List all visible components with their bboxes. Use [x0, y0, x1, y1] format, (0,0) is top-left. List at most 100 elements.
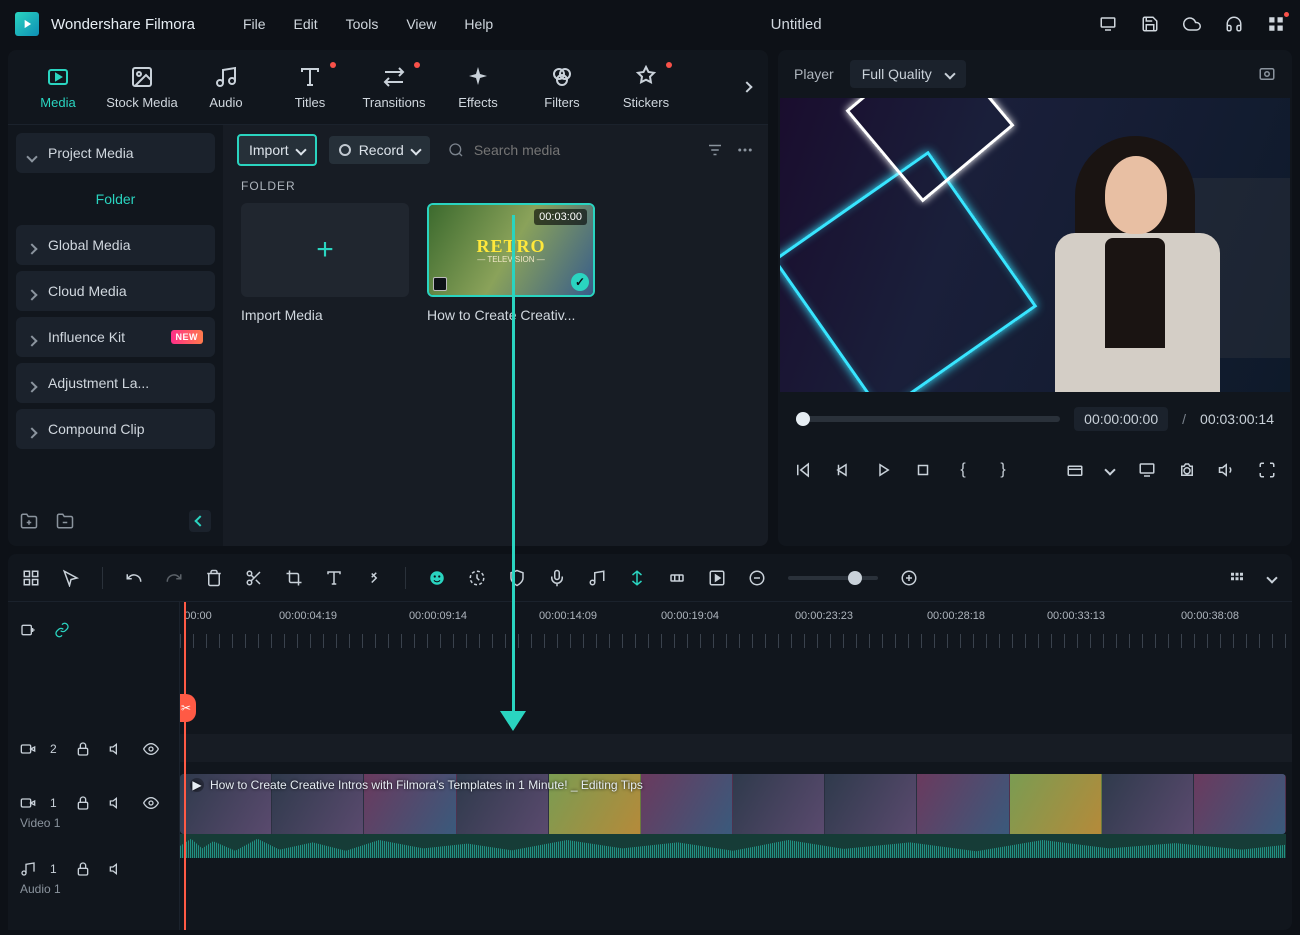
text-icon[interactable] — [325, 569, 343, 587]
video-track-2[interactable] — [180, 734, 1292, 762]
mute-icon[interactable] — [109, 795, 125, 811]
add-track-icon[interactable] — [20, 622, 36, 638]
display-icon[interactable] — [1099, 15, 1117, 33]
seek-bar[interactable] — [796, 416, 1060, 422]
track-header-video2[interactable]: 2 — [8, 734, 179, 764]
save-icon[interactable] — [1141, 15, 1159, 33]
lock-icon[interactable] — [75, 795, 91, 811]
mute-icon[interactable] — [109, 741, 125, 757]
play-icon[interactable] — [874, 461, 892, 479]
menu-view[interactable]: View — [406, 16, 436, 32]
split-icon[interactable] — [245, 569, 263, 587]
tab-stock-media[interactable]: Stock Media — [100, 52, 184, 122]
player-label: Player — [794, 66, 834, 82]
media-browser: Import Record FOLDER + Import Media — [223, 125, 768, 546]
sidebar-cloud-media[interactable]: Cloud Media — [16, 271, 215, 311]
zoom-out-icon[interactable] — [748, 569, 766, 587]
render-icon[interactable] — [708, 569, 726, 587]
chevron-down-icon[interactable] — [1106, 461, 1116, 479]
zoom-in-icon[interactable] — [900, 569, 918, 587]
snapshot-icon[interactable] — [1258, 65, 1276, 83]
step-back-icon[interactable] — [834, 461, 852, 479]
eye-icon[interactable] — [143, 741, 159, 757]
menu-edit[interactable]: Edit — [294, 16, 318, 32]
time-ruler[interactable]: 00:00 00:00:04:19 00:00:09:14 00:00:14:0… — [180, 602, 1292, 658]
more-tools-icon[interactable] — [365, 569, 383, 587]
search-input[interactable] — [474, 142, 614, 158]
eye-icon[interactable] — [143, 795, 159, 811]
sidebar-global-media[interactable]: Global Media — [16, 225, 215, 265]
clip-duration: 00:03:00 — [534, 209, 587, 225]
mic-icon[interactable] — [548, 569, 566, 587]
crop-icon[interactable] — [285, 569, 303, 587]
shield-icon[interactable] — [508, 569, 526, 587]
templates-icon[interactable] — [22, 569, 40, 587]
options-chevron-icon[interactable] — [1268, 569, 1278, 587]
sidebar-collapse-button[interactable] — [189, 510, 211, 532]
media-clip-cell[interactable]: RETRO— TELEVISION — 00:03:00 ✓ How to Cr… — [427, 203, 595, 323]
more-icon[interactable] — [736, 141, 754, 159]
sidebar-folder[interactable]: Folder — [16, 179, 215, 219]
timeline-tracks[interactable]: 00:00 00:00:04:19 00:00:09:14 00:00:14:0… — [180, 602, 1292, 930]
select-tool-icon[interactable] — [62, 569, 80, 587]
tab-audio[interactable]: Audio — [184, 52, 268, 122]
tab-titles[interactable]: Titles — [268, 52, 352, 122]
preview-viewport[interactable] — [780, 98, 1290, 392]
timecode-total: 00:03:00:14 — [1200, 411, 1274, 427]
playhead[interactable]: ✂ — [184, 602, 186, 930]
mute-icon[interactable] — [109, 861, 125, 877]
tab-filters[interactable]: Filters — [520, 52, 604, 122]
app-name: Wondershare Filmora — [51, 16, 195, 33]
track-options-icon[interactable] — [1228, 569, 1246, 587]
filter-icon[interactable] — [706, 141, 724, 159]
track-header-video1[interactable]: 1 — [8, 788, 179, 818]
menu-tools[interactable]: Tools — [346, 16, 379, 32]
sidebar-influence-kit[interactable]: Influence KitNEW — [16, 317, 215, 357]
undo-icon[interactable] — [125, 569, 143, 587]
fullscreen-icon[interactable] — [1258, 461, 1276, 479]
delete-folder-icon[interactable] — [56, 512, 74, 530]
tab-stickers[interactable]: Stickers — [604, 52, 688, 122]
link-icon[interactable] — [54, 622, 70, 638]
lock-icon[interactable] — [75, 861, 91, 877]
sidebar-adjustment-layer[interactable]: Adjustment La... — [16, 363, 215, 403]
volume-icon[interactable] — [1218, 461, 1236, 479]
tabs-next-button[interactable] — [734, 74, 760, 100]
ai-icon[interactable] — [428, 569, 446, 587]
video-clip[interactable]: ▶How to Create Creative Intros with Film… — [180, 774, 1286, 834]
mark-in-icon[interactable]: { — [954, 461, 972, 479]
new-folder-icon[interactable] — [20, 512, 38, 530]
tab-effects[interactable]: Effects — [436, 52, 520, 122]
audio-track-1[interactable] — [180, 870, 1292, 900]
menu-help[interactable]: Help — [464, 16, 493, 32]
cloud-icon[interactable] — [1183, 15, 1201, 33]
tab-media[interactable]: Media — [16, 52, 100, 122]
zoom-slider[interactable] — [788, 576, 878, 580]
quality-select[interactable]: Full Quality — [850, 60, 966, 88]
project-title: Untitled — [771, 16, 822, 33]
stop-icon[interactable] — [914, 461, 932, 479]
audio-waveform[interactable] — [180, 834, 1286, 858]
capture-icon[interactable] — [1178, 461, 1196, 479]
support-icon[interactable] — [1225, 15, 1243, 33]
tab-transitions[interactable]: Transitions — [352, 52, 436, 122]
redo-icon[interactable] — [165, 569, 183, 587]
delete-icon[interactable] — [205, 569, 223, 587]
marker-icon[interactable] — [628, 569, 646, 587]
apps-icon[interactable] — [1267, 15, 1285, 33]
menu-file[interactable]: File — [243, 16, 266, 32]
speed-icon[interactable] — [468, 569, 486, 587]
dock-icon[interactable] — [1066, 461, 1084, 479]
display-icon[interactable] — [1138, 461, 1156, 479]
mark-out-icon[interactable]: } — [994, 461, 1012, 479]
import-button[interactable]: Import — [237, 134, 317, 166]
lock-icon[interactable] — [75, 741, 91, 757]
sidebar-compound-clip[interactable]: Compound Clip — [16, 409, 215, 449]
import-media-cell[interactable]: + Import Media — [241, 203, 409, 323]
music-icon[interactable] — [588, 569, 606, 587]
prev-frame-icon[interactable] — [794, 461, 812, 479]
track-header-audio1[interactable]: 1 — [8, 854, 179, 884]
record-button[interactable]: Record — [329, 136, 430, 164]
sidebar-project-media[interactable]: Project Media — [16, 133, 215, 173]
keyframe-icon[interactable] — [668, 569, 686, 587]
